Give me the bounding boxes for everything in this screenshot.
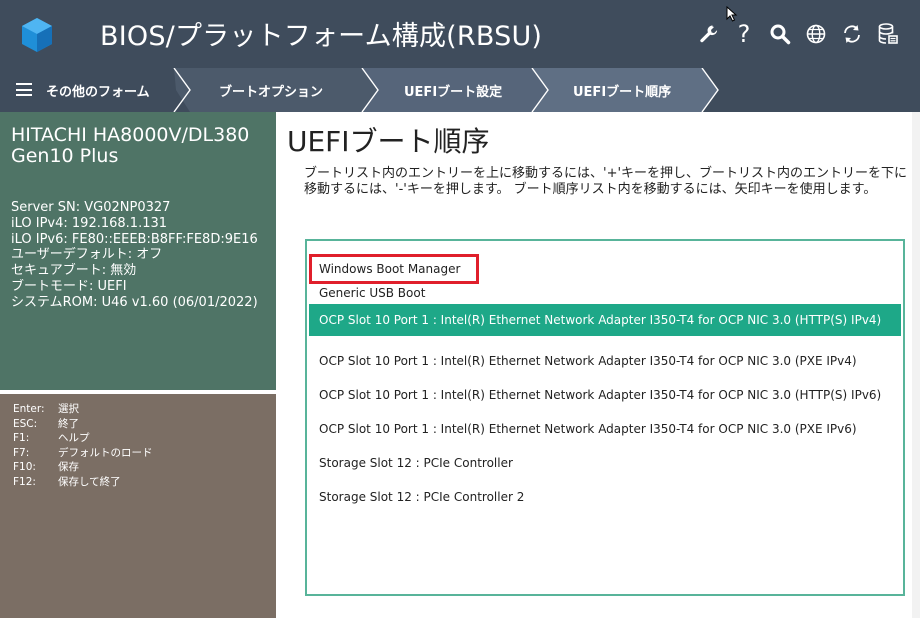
boot-item-ocp-pxe-ipv6[interactable]: OCP Slot 10 Port 1 : Intel(R) Ethernet N… [309, 413, 901, 445]
scrollbar-track[interactable] [912, 112, 920, 618]
page-title: UEFIブート順序 [287, 125, 490, 158]
key-name: F12: [13, 475, 36, 488]
search-icon[interactable] [767, 20, 793, 48]
server-name: HITACHI HA8000V/DL380 Gen10 Plus [11, 124, 250, 167]
boot-order-list[interactable]: Windows Boot Manager Generic USB Boot OC… [305, 239, 905, 596]
key-action: ヘルプ [58, 432, 90, 445]
key-row-esc: ESC: 終了 [13, 417, 153, 432]
breadcrumb-item-other-forms[interactable]: その他のフォーム [46, 81, 150, 100]
cube-logo-icon [22, 18, 52, 52]
instructions-text: ブートリスト内のエントリーを上に移動するには、'+'キーを押し、ブートリスト内の… [304, 166, 908, 197]
key-help-panel: Enter: 選択 ESC: 終了 F1: ヘルプ F7: デフォルトのロード F10:… [0, 394, 276, 618]
key-name: F7: [13, 446, 30, 459]
key-help-list: Enter: 選択 ESC: 終了 F1: ヘルプ F7: デフォルトのロード F10:… [13, 402, 153, 490]
info-line-system-rom: システムROM: U46 v1.60 (06/01/2022) [11, 294, 258, 310]
key-name: F10: [13, 461, 36, 474]
info-line-ilo-ipv6: iLO IPv6: FE80::EEEB:B8FF:FE8D:9E16 [11, 231, 258, 247]
key-action: デフォルトのロード [58, 446, 153, 459]
list-scroll-fade [317, 511, 897, 517]
system-info-list: Server SN: VG02NP0327 iLO IPv4: 192.168.… [11, 200, 273, 311]
key-row-f7: F7: デフォルトのロード [13, 446, 153, 461]
hamburger-menu-icon[interactable] [16, 83, 32, 96]
info-line-ilo-ipv4: iLO IPv4: 192.168.1.131 [11, 215, 168, 231]
info-line-user-default: ユーザーデフォルト: オフ [11, 247, 163, 263]
breadcrumb-item-uefi-boot-settings[interactable]: UEFIブート設定 [404, 81, 502, 100]
boot-item-ocp-http-ipv6[interactable]: OCP Slot 10 Port 1 : Intel(R) Ethernet N… [309, 379, 901, 411]
info-line-secure-boot: セキュアブート: 無効 [11, 263, 137, 279]
info-line-boot-mode: ブートモード: UEFI [11, 278, 127, 294]
key-name: Enter: [13, 403, 45, 415]
key-row-enter: Enter: 選択 [13, 402, 153, 417]
globe-icon[interactable] [803, 20, 829, 48]
key-action: 保存して終了 [58, 475, 121, 488]
breadcrumb-item-uefi-boot-order[interactable]: UEFIブート順序 [573, 81, 671, 100]
key-row-f10: F10: 保存 [13, 460, 153, 475]
database-icon[interactable] [875, 20, 901, 48]
highlight-annotation-box [309, 254, 479, 284]
boot-item-storage-pcie-controller[interactable]: Storage Slot 12 : PCIe Controller [309, 447, 901, 479]
boot-item-ocp-http-ipv4[interactable]: OCP Slot 10 Port 1 : Intel(R) Ethernet N… [309, 304, 901, 336]
refresh-icon[interactable] [839, 20, 865, 48]
app-header: BIOS/プラットフォーム構成(RBSU) ? [0, 0, 920, 68]
app-title: BIOS/プラットフォーム構成(RBSU) [100, 21, 543, 52]
boot-item-ocp-pxe-ipv4[interactable]: OCP Slot 10 Port 1 : Intel(R) Ethernet N… [309, 345, 901, 377]
key-action: 終了 [58, 417, 79, 430]
key-row-f1: F1: ヘルプ [13, 431, 153, 446]
boot-item-storage-pcie-controller-2[interactable]: Storage Slot 12 : PCIe Controller 2 [309, 481, 901, 513]
key-name: ESC: [13, 417, 38, 430]
info-line-serial: Server SN: VG02NP0327 [11, 200, 171, 215]
breadcrumb-item-boot-options[interactable]: ブートオプション [219, 81, 323, 100]
breadcrumb: その他のフォーム ブートオプション UEFIブート設定 UEFIブート順序 [0, 68, 920, 112]
help-icon[interactable]: ? [731, 20, 757, 48]
key-row-f12: F12: 保存して終了 [13, 475, 153, 490]
key-name: F1: [13, 432, 30, 445]
system-info-panel: HITACHI HA8000V/DL380 Gen10 Plus Server … [0, 112, 276, 390]
wrench-icon[interactable] [696, 20, 722, 48]
key-action: 保存 [58, 461, 79, 474]
key-action: 選択 [58, 403, 79, 415]
